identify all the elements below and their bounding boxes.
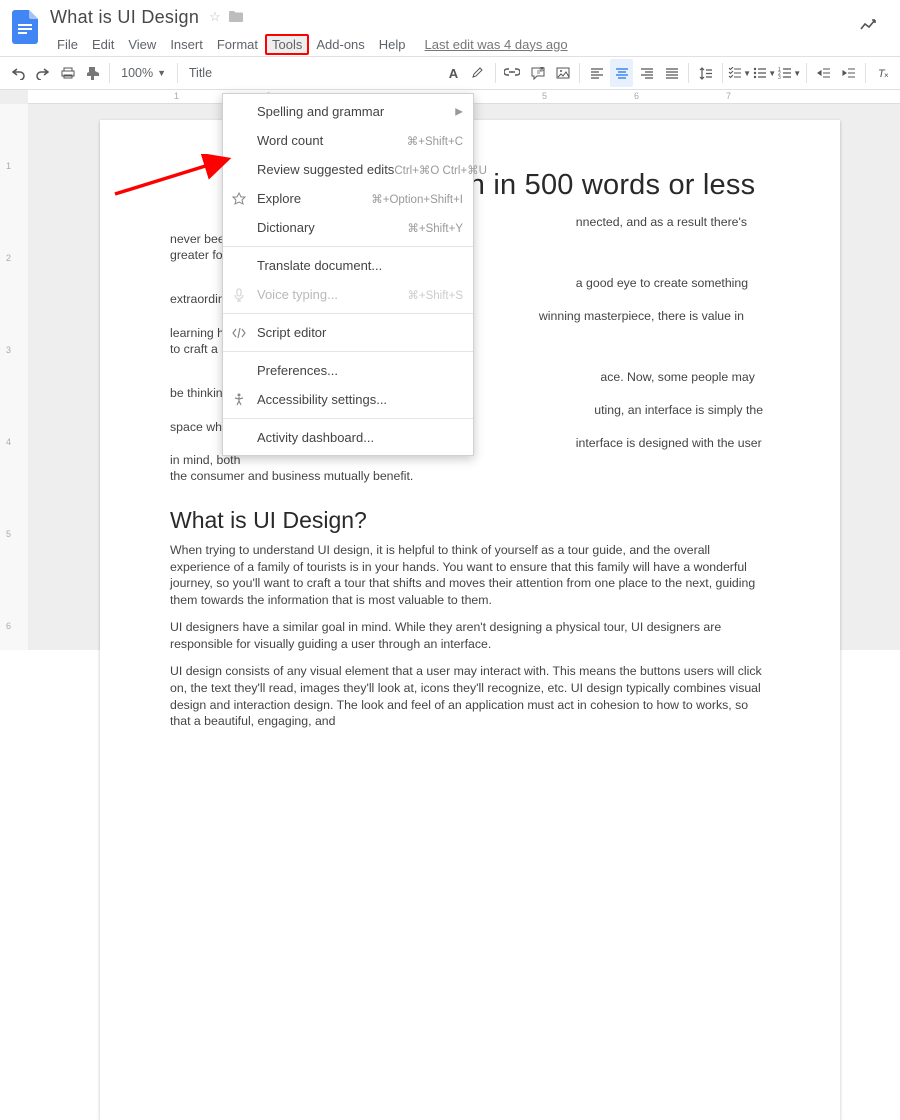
menu-item-accessibility[interactable]: Accessibility settings... xyxy=(223,385,473,414)
text-color-button[interactable]: A xyxy=(442,59,465,87)
increase-indent-button[interactable] xyxy=(837,59,860,87)
menu-tools[interactable]: Tools xyxy=(265,34,309,55)
undo-button[interactable] xyxy=(6,59,29,87)
toolbar: 100%▼ Title A ▼ ▼ 123▼ T× xyxy=(0,56,900,90)
workspace: 1 2 5 6 7 1 2 3 4 5 6 UI Design in 500 w… xyxy=(0,90,900,650)
shortcut-label: ⌘+Option+Shift+I xyxy=(371,192,463,206)
separator xyxy=(722,63,723,83)
shortcut-label: Ctrl+⌘O Ctrl+⌘U xyxy=(394,163,487,177)
insert-link-button[interactable] xyxy=(501,59,524,87)
shortcut-label: ⌘+Shift+S xyxy=(407,288,463,302)
menu-insert[interactable]: Insert xyxy=(163,34,210,55)
separator xyxy=(495,63,496,83)
svg-text:×: × xyxy=(884,71,889,79)
docs-logo[interactable] xyxy=(10,8,40,46)
accessibility-icon xyxy=(231,392,247,408)
menu-edit[interactable]: Edit xyxy=(85,34,121,55)
activity-icon[interactable] xyxy=(860,18,880,35)
menu-item-word-count[interactable]: Word count ⌘+Shift+C xyxy=(223,126,473,155)
document-title[interactable]: What is UI Design xyxy=(50,7,199,28)
numbered-list-button[interactable]: 123▼ xyxy=(778,59,801,87)
align-justify-button[interactable] xyxy=(660,59,683,87)
paragraph: UI design consists of any visual element… xyxy=(170,663,770,729)
line-spacing-button[interactable] xyxy=(694,59,717,87)
explore-icon xyxy=(231,191,247,207)
align-right-button[interactable] xyxy=(635,59,658,87)
redo-button[interactable] xyxy=(31,59,54,87)
align-center-button[interactable] xyxy=(610,59,633,87)
zoom-select[interactable]: 100%▼ xyxy=(115,66,172,80)
separator xyxy=(223,418,473,419)
star-icon[interactable]: ☆ xyxy=(209,9,221,25)
menu-item-review-edits[interactable]: Review suggested edits Ctrl+⌘O Ctrl+⌘U xyxy=(223,155,473,184)
doc-heading-2: What is UI Design? xyxy=(170,507,770,534)
separator xyxy=(688,63,689,83)
menu-item-translate[interactable]: Translate document... xyxy=(223,251,473,280)
script-icon xyxy=(231,325,247,341)
chevron-right-icon: ▶ xyxy=(455,106,463,117)
menu-item-activity-dashboard[interactable]: Activity dashboard... xyxy=(223,423,473,452)
microphone-icon xyxy=(231,287,247,303)
separator xyxy=(223,351,473,352)
paragraph-style-select[interactable]: Title xyxy=(183,66,236,80)
separator xyxy=(109,63,110,83)
menu-item-spelling[interactable]: Spelling and grammar ▶ xyxy=(223,97,473,126)
header: What is UI Design ☆ File Edit View Inser… xyxy=(0,0,900,56)
checklist-button[interactable]: ▼ xyxy=(728,59,751,87)
folder-icon[interactable] xyxy=(229,10,243,25)
separator xyxy=(865,63,866,83)
decrease-indent-button[interactable] xyxy=(812,59,835,87)
menubar: File Edit View Insert Format Tools Add-o… xyxy=(0,32,900,56)
separator xyxy=(223,246,473,247)
chevron-down-icon: ▼ xyxy=(157,68,166,78)
svg-text:3: 3 xyxy=(778,75,781,79)
paragraph: UI designers have a similar goal in mind… xyxy=(170,619,770,652)
insert-image-button[interactable] xyxy=(551,59,574,87)
separator xyxy=(177,63,178,83)
print-button[interactable] xyxy=(56,59,79,87)
menu-format[interactable]: Format xyxy=(210,34,265,55)
shortcut-label: ⌘+Shift+C xyxy=(407,134,463,148)
menu-view[interactable]: View xyxy=(121,34,163,55)
clear-formatting-button[interactable]: T× xyxy=(871,59,894,87)
shortcut-label: ⌘+Shift+Y xyxy=(407,221,463,235)
highlight-button[interactable] xyxy=(467,59,490,87)
menu-item-dictionary[interactable]: Dictionary ⌘+Shift+Y xyxy=(223,213,473,242)
menu-help[interactable]: Help xyxy=(372,34,413,55)
separator xyxy=(806,63,807,83)
menu-item-voice-typing: Voice typing... ⌘+Shift+S xyxy=(223,280,473,309)
paragraph: When trying to understand UI design, it … xyxy=(170,542,770,608)
align-left-button[interactable] xyxy=(585,59,608,87)
ruler-vertical: 1 2 3 4 5 6 xyxy=(0,104,28,650)
paint-format-button[interactable] xyxy=(81,59,104,87)
last-edit-link[interactable]: Last edit was 4 days ago xyxy=(425,37,568,52)
menu-item-explore[interactable]: Explore ⌘+Option+Shift+I xyxy=(223,184,473,213)
menu-item-preferences[interactable]: Preferences... xyxy=(223,356,473,385)
menu-addons[interactable]: Add-ons xyxy=(309,34,371,55)
menu-file[interactable]: File xyxy=(50,34,85,55)
separator xyxy=(579,63,580,83)
insert-comment-button[interactable] xyxy=(526,59,549,87)
bulleted-list-button[interactable]: ▼ xyxy=(753,59,776,87)
tools-dropdown: Spelling and grammar ▶ Word count ⌘+Shif… xyxy=(222,93,474,456)
menu-item-script-editor[interactable]: Script editor xyxy=(223,318,473,347)
separator xyxy=(223,313,473,314)
